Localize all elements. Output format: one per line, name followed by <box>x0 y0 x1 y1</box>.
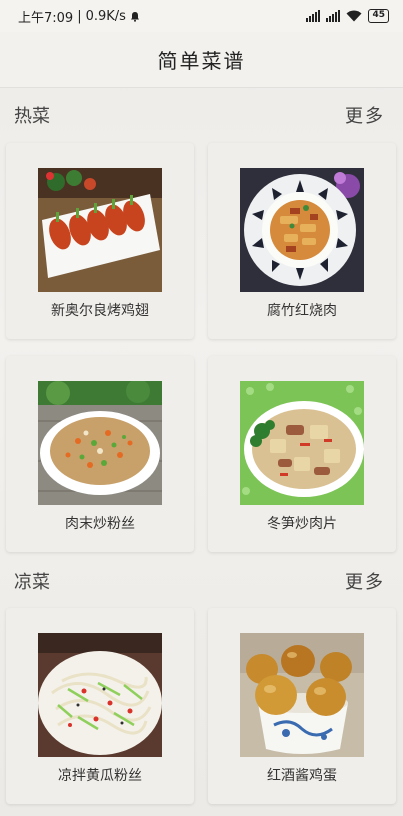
recipe-name: 腐竹红烧肉 <box>267 303 337 319</box>
page-title: 简单菜谱 <box>157 49 246 73</box>
recipe-card[interactable]: 凉拌黄瓜粉丝 <box>6 608 194 804</box>
signal-1-icon <box>306 10 321 22</box>
status-network-speed: 0.9K/s <box>85 8 126 24</box>
bamboo-shoot-pork-image <box>240 381 364 505</box>
recipe-card[interactable]: 红酒酱鸡蛋 <box>208 608 396 804</box>
status-divider: | <box>77 8 82 24</box>
stir-fried-vermicelli-image <box>38 381 162 505</box>
battery-icon: 45 <box>368 9 389 23</box>
status-bar: 上午7:09 | 0.9K/s 45 <box>0 0 403 32</box>
section-title: 热菜 <box>14 106 50 127</box>
section-header-cold: 凉菜 更多 <box>0 566 403 596</box>
recipe-card[interactable]: 冬笋炒肉片 <box>208 356 396 552</box>
wine-marinated-eggs-image <box>240 633 364 757</box>
recipe-name: 红酒酱鸡蛋 <box>267 768 337 784</box>
more-button[interactable]: 更多 <box>345 102 385 128</box>
app-header: 简单菜谱 <box>0 32 403 88</box>
notification-bell-icon <box>130 11 139 22</box>
recipe-name: 冬笋炒肉片 <box>267 516 337 532</box>
more-button[interactable]: 更多 <box>345 568 385 594</box>
wifi-icon <box>346 10 362 22</box>
recipe-name: 肉末炒粉丝 <box>65 516 135 532</box>
section-header-hot: 热菜 更多 <box>0 100 403 130</box>
recipe-card[interactable]: 新奥尔良烤鸡翅 <box>6 143 194 339</box>
grilled-chicken-wings-image <box>38 168 162 292</box>
braised-pork-yuba-image <box>240 168 364 292</box>
recipe-card[interactable]: 腐竹红烧肉 <box>208 143 396 339</box>
recipe-name: 新奥尔良烤鸡翅 <box>51 303 149 319</box>
recipe-card[interactable]: 肉末炒粉丝 <box>6 356 194 552</box>
cucumber-vermicelli-salad-image <box>38 633 162 757</box>
status-time: 上午7:09 <box>18 10 74 26</box>
recipe-name: 凉拌黄瓜粉丝 <box>58 768 142 784</box>
section-title: 凉菜 <box>14 572 50 593</box>
signal-2-icon <box>326 10 341 22</box>
